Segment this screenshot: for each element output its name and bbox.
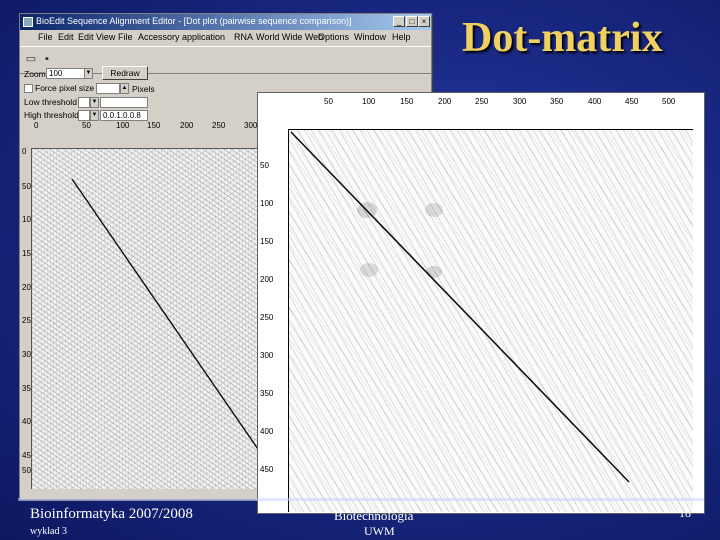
menu-view[interactable]: View — [96, 32, 115, 42]
menu-www[interactable]: World Wide Web — [256, 32, 323, 42]
menu-window[interactable]: Window — [354, 32, 386, 42]
dot-plot-panel: 50 100 150 200 250 300 350 400 450 500 5… — [257, 92, 705, 514]
small-x-tick: 300 — [244, 121, 258, 130]
close-icon[interactable]: × — [418, 16, 430, 27]
big-x-tick: 450 — [625, 97, 639, 106]
footer-divider — [18, 498, 704, 501]
app-icon — [23, 17, 33, 27]
window-titlebar[interactable]: BioEdit Sequence Alignment Editor - [Dot… — [20, 14, 431, 30]
open-folder-icon[interactable]: ▭ — [24, 53, 38, 65]
pixel-spin-icon[interactable]: ▲ — [120, 83, 129, 94]
page-number: 18 — [679, 506, 691, 520]
big-x-tick: 50 — [324, 97, 333, 106]
lower-threshold-label: Low threshold — [24, 97, 77, 107]
big-y-tick: 50 — [260, 161, 269, 170]
big-y-tick: 200 — [260, 275, 274, 284]
menu-file[interactable]: File — [38, 32, 53, 42]
small-x-tick: 250 — [212, 121, 226, 130]
large-dot-plot[interactable] — [288, 129, 693, 512]
minimize-icon[interactable]: _ — [393, 16, 405, 27]
footer-course: Bioinformatyka 2007/2008 — [30, 506, 193, 522]
zoom-label: Zoom — [24, 69, 46, 79]
big-y-tick: 450 — [260, 465, 274, 474]
lower-threshold-slider[interactable] — [100, 97, 148, 108]
pixels-label: Pixels — [132, 84, 155, 94]
menu-help[interactable]: Help — [392, 32, 411, 42]
save-icon[interactable]: ▪ — [40, 53, 54, 65]
big-y-tick: 350 — [260, 389, 274, 398]
big-y-tick: 150 — [260, 237, 274, 246]
footer-university: UWM — [364, 524, 395, 538]
big-x-tick: 200 — [438, 97, 452, 106]
large-dot-plot-diagonal — [290, 131, 630, 483]
big-y-tick: 400 — [260, 427, 274, 436]
big-y-tick: 300 — [260, 351, 274, 360]
pixel-size-field[interactable] — [96, 83, 120, 94]
upper-threshold-label: High threshold — [24, 110, 79, 120]
menu-rna[interactable]: RNA — [234, 32, 253, 42]
big-x-tick: 100 — [362, 97, 376, 106]
upper-spin-icon[interactable]: ▼ — [90, 110, 99, 121]
chevron-down-icon[interactable]: ▼ — [84, 68, 93, 79]
window-title: BioEdit Sequence Alignment Editor - [Dot… — [36, 16, 352, 26]
big-x-tick: 300 — [513, 97, 527, 106]
upper-threshold-value[interactable]: 0.0.1.0.0.8 — [100, 110, 148, 121]
force-pixel-label: Force pixel size — [35, 83, 95, 93]
big-x-tick: 500 — [662, 97, 676, 106]
big-y-tick: 250 — [260, 313, 274, 322]
small-dot-plot[interactable] — [31, 148, 290, 489]
big-x-tick: 150 — [400, 97, 414, 106]
small-x-tick: 0 — [34, 121, 39, 130]
big-x-tick: 250 — [475, 97, 489, 106]
redraw-button[interactable]: Redraw — [102, 66, 148, 80]
menu-file-2[interactable]: File — [118, 32, 133, 42]
lower-spin-icon[interactable]: ▼ — [90, 97, 99, 108]
menu-options[interactable]: Options — [318, 32, 349, 42]
small-x-tick: 150 — [147, 121, 161, 130]
small-x-tick: 100 — [116, 121, 130, 130]
force-pixel-checkbox[interactable] — [24, 84, 33, 93]
small-y-tick: 0 — [22, 147, 27, 156]
big-y-tick: 100 — [260, 199, 274, 208]
footer-program: Biotechnologia — [334, 508, 414, 523]
maximize-icon[interactable]: □ — [406, 16, 418, 27]
big-x-tick: 400 — [588, 97, 602, 106]
menu-accessory[interactable]: Accessory application — [138, 32, 225, 42]
upper-threshold-box[interactable] — [78, 110, 90, 121]
slide-title: Dot-matrix — [462, 15, 663, 61]
menu-edit[interactable]: Edit — [58, 32, 74, 42]
lower-threshold-value[interactable] — [78, 97, 90, 108]
small-y-tick: 50 — [22, 182, 31, 191]
menu-bar: File Edit Edit View File Accessory appli… — [20, 31, 431, 45]
small-x-tick: 200 — [180, 121, 194, 130]
small-dot-plot-diagonal — [71, 178, 283, 485]
big-x-tick: 350 — [550, 97, 564, 106]
menu-edit-2[interactable]: Edit — [78, 32, 94, 42]
small-x-tick: 50 — [82, 121, 91, 130]
footer-lecture: wykład 3 — [30, 526, 67, 537]
